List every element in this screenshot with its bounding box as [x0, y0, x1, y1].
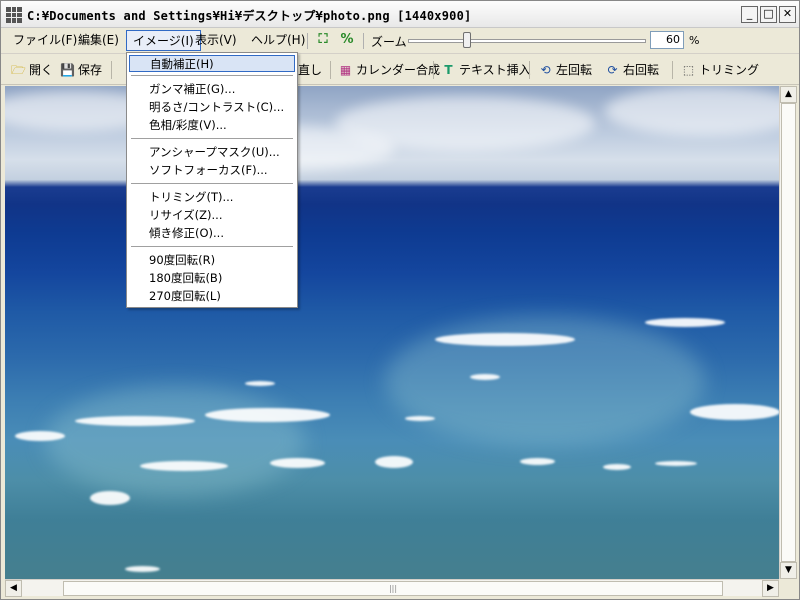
- open-label: 開く: [29, 62, 54, 77]
- wave-break: [655, 461, 697, 466]
- menu-separator: [131, 138, 293, 139]
- rotate-left-icon: ⟲: [540, 62, 551, 77]
- redo-label: 直し: [298, 62, 323, 77]
- menu-separator: [131, 183, 293, 184]
- menubar-separator: [307, 33, 308, 49]
- scroll-up-button[interactable]: ▲: [780, 86, 797, 103]
- save-label: 保存: [78, 62, 103, 77]
- scroll-down-button[interactable]: ▼: [780, 562, 797, 579]
- text-insert-label: テキスト挿入: [459, 62, 531, 77]
- menu-separator: [131, 75, 293, 76]
- scroll-right-button[interactable]: ▶: [762, 580, 779, 597]
- menu-rotate-270[interactable]: 270度回転(L): [129, 288, 295, 305]
- zoom-slider-thumb[interactable]: [463, 32, 472, 48]
- menu-soft-focus[interactable]: ソフトフォーカス(F)...: [129, 162, 295, 179]
- redo-button[interactable]: 直し: [298, 61, 322, 79]
- open-button[interactable]: 🗁 開く: [11, 61, 53, 79]
- calendar-label: カレンダー合成: [356, 62, 441, 77]
- cloud: [605, 86, 779, 136]
- menu-rotate-90[interactable]: 90度回転(R): [129, 252, 295, 269]
- menu-resize[interactable]: リサイズ(Z)...: [129, 207, 295, 224]
- menu-hue-saturation[interactable]: 色相/彩度(V)...: [129, 117, 295, 134]
- app-icon: [6, 7, 22, 23]
- trim-icon: ⬚: [682, 62, 695, 77]
- rotate-left-button[interactable]: ⟲ 左回転: [538, 61, 592, 79]
- wave-break: [140, 461, 228, 471]
- image-menu-dropdown: 自動補正(H) ガンマ補正(G)... 明るさ/コントラスト(C)... 色相/…: [126, 52, 298, 308]
- wave-break: [690, 404, 779, 420]
- toolbar-separator: [672, 61, 673, 79]
- wave-break: [205, 408, 330, 422]
- minimize-button[interactable]: _: [741, 6, 758, 23]
- save-button[interactable]: 💾 保存: [60, 61, 102, 79]
- zoom-input[interactable]: 60: [650, 31, 684, 49]
- title-bar[interactable]: C:¥Documents and Settings¥Hi¥デスクトップ¥phot…: [1, 1, 799, 28]
- wave-break: [75, 416, 195, 426]
- resize-grip[interactable]: [779, 579, 796, 596]
- trim-label: トリミング: [699, 62, 760, 77]
- menu-rotate-180[interactable]: 180度回転(B): [129, 270, 295, 287]
- wave-break: [375, 456, 413, 468]
- rotate-right-label: 右回転: [623, 62, 660, 77]
- wave-break: [270, 458, 325, 468]
- calendar-button[interactable]: ▦ カレンダー合成: [338, 61, 440, 79]
- window-title: C:¥Documents and Settings¥Hi¥デスクトップ¥phot…: [27, 9, 472, 23]
- wave-break: [90, 491, 130, 505]
- rotate-right-icon: ⟳: [607, 62, 618, 77]
- horizontal-scrollbar[interactable]: ◀ ||| ▶: [5, 579, 779, 597]
- wave-break: [470, 374, 500, 380]
- wave-break: [405, 416, 435, 421]
- zoom-slider-track[interactable]: [408, 39, 646, 43]
- text-t-icon: T: [444, 62, 453, 77]
- trim-button[interactable]: ⬚ トリミング: [681, 61, 759, 79]
- toolbar-separator: [111, 61, 112, 79]
- wave-break: [15, 431, 65, 441]
- zoom-label: ズーム: [371, 35, 407, 49]
- scroll-left-button[interactable]: ◀: [5, 580, 22, 597]
- menu-unsharp-mask[interactable]: アンシャープマスク(U)...: [129, 144, 295, 161]
- menu-auto-correct[interactable]: 自動補正(H): [129, 55, 295, 72]
- menu-trimming[interactable]: トリミング(T)...: [129, 189, 295, 206]
- menubar-separator: [363, 33, 364, 49]
- close-button[interactable]: ✕: [779, 6, 796, 23]
- wave-break: [245, 381, 275, 386]
- wave-break: [435, 333, 575, 346]
- menu-view[interactable]: 表示(V): [189, 30, 243, 51]
- rotate-left-label: 左回転: [556, 62, 593, 77]
- reef-shallow: [45, 386, 305, 496]
- menu-brightness-contrast[interactable]: 明るさ/コントラスト(C)...: [129, 99, 295, 116]
- menu-separator: [131, 246, 293, 247]
- calendar-icon: ▦: [339, 62, 352, 77]
- toolbar-separator: [330, 61, 331, 79]
- vertical-scroll-thumb[interactable]: [781, 103, 796, 562]
- vertical-scrollbar[interactable]: ▲ ▼: [779, 86, 797, 579]
- toolbar-separator: [529, 61, 530, 79]
- rotate-right-button[interactable]: ⟳ 右回転: [605, 61, 659, 79]
- wave-break: [645, 318, 725, 327]
- wave-break: [603, 464, 631, 470]
- menu-help[interactable]: ヘルプ(H): [245, 30, 311, 51]
- menu-edit[interactable]: 編集(E): [72, 30, 125, 51]
- text-insert-button[interactable]: T テキスト挿入: [441, 61, 531, 79]
- zoom-unit: %: [689, 34, 700, 47]
- menu-tilt-correct[interactable]: 傾き修正(O)...: [129, 225, 295, 242]
- horizontal-scroll-thumb[interactable]: |||: [63, 581, 723, 596]
- app-window: C:¥Documents and Settings¥Hi¥デスクトップ¥phot…: [0, 0, 800, 600]
- image-canvas[interactable]: [5, 86, 779, 579]
- folder-icon: 🗁: [11, 62, 26, 77]
- menu-gamma[interactable]: ガンマ補正(G)...: [129, 81, 295, 98]
- fit-window-icon[interactable]: ⛶: [315, 32, 331, 48]
- actual-size-icon[interactable]: %: [339, 32, 355, 48]
- maximize-button[interactable]: □: [760, 6, 777, 23]
- toolbar: 🗁 開く 💾 保存 直し ▦ カレンダー合成 T テキスト挿入 ⟲ 左回転 ⟳ …: [1, 55, 799, 85]
- wave-break: [125, 566, 160, 572]
- wave-break: [520, 458, 555, 465]
- toolbar-separator: [433, 61, 434, 79]
- floppy-icon: 💾: [60, 62, 75, 77]
